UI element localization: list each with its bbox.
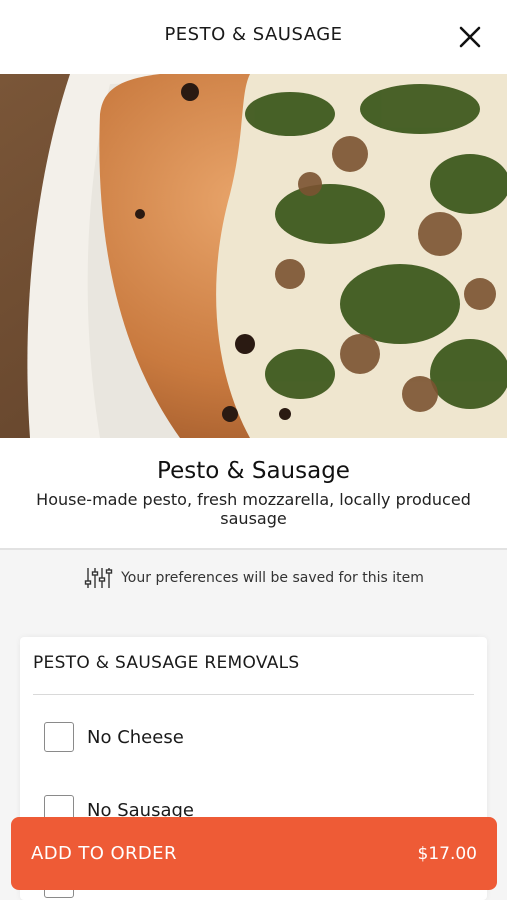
add-to-order-label: ADD TO ORDER [31, 843, 177, 864]
option-label: No Cheese [87, 726, 184, 748]
item-title: Pesto & Sausage [157, 458, 350, 484]
close-icon [459, 26, 481, 48]
preferences-note: Your preferences will be saved for this … [0, 558, 507, 598]
add-to-order-button[interactable]: ADD TO ORDER $17.00 [11, 817, 497, 890]
close-button[interactable] [455, 22, 485, 52]
sliders-icon [84, 568, 113, 588]
option-no-cheese[interactable]: No Cheese [44, 721, 184, 753]
removals-header: PESTO & SAUSAGE REMOVALS [33, 653, 300, 673]
item-info: Pesto & Sausage House-made pesto, fresh … [0, 438, 507, 548]
divider [33, 694, 474, 695]
page-title: PESTO & SAUSAGE [164, 24, 343, 45]
top-bar: PESTO & SAUSAGE [0, 0, 507, 74]
divider [0, 548, 507, 550]
pizza-photo [0, 74, 507, 438]
order-price: $17.00 [417, 843, 477, 864]
item-description: House-made pesto, fresh mozzarella, loca… [36, 490, 471, 528]
item-image [0, 74, 507, 438]
preferences-text: Your preferences will be saved for this … [121, 570, 424, 586]
checkbox[interactable] [44, 722, 74, 752]
